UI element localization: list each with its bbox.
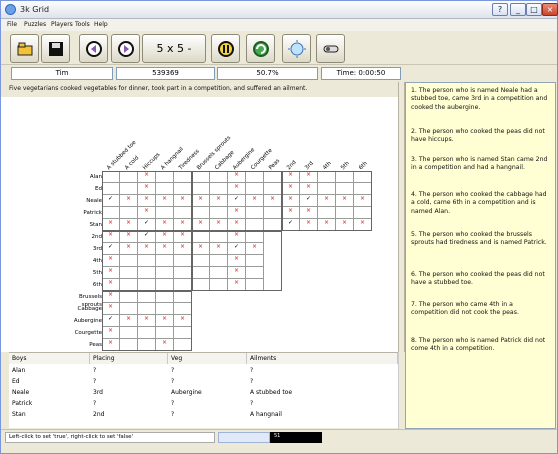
maximize-button[interactable]: □ <box>526 3 542 16</box>
status-bar: Left-click to set 'true', right-click to… <box>1 429 557 445</box>
result-cell: ? <box>93 400 97 407</box>
app-window: 3k Grid ? _ □ × File Puzzles Players Too… <box>0 0 558 454</box>
pause-button[interactable] <box>211 34 240 63</box>
result-cell: Stan <box>12 411 26 418</box>
game-status-row: Tim 539369 50.7% Time: 0:00:50 <box>1 65 557 82</box>
result-cell: ? <box>250 378 254 385</box>
grid-row-label: Cabbage <box>77 306 102 312</box>
clue-item: 8. The person who is named Patrick did n… <box>411 337 546 353</box>
grid-row-label: Aubergine <box>73 318 102 324</box>
player-name-field: Tim <box>11 67 113 80</box>
results-table: Boys Placing Veg Ailments Alan??? Ed??? Ne… <box>9 352 398 428</box>
grid-row-label: Patrick <box>83 210 102 216</box>
clue-item: 2. The person who cooked the peas did no… <box>411 128 545 144</box>
minimize-button[interactable]: _ <box>510 3 526 16</box>
grid-block-border <box>192 171 282 231</box>
app-icon <box>5 4 16 15</box>
grid-row-label: 4th <box>92 258 102 264</box>
result-cell: ? <box>171 400 175 407</box>
status-counter: 51 <box>270 432 322 443</box>
table-header-placing[interactable]: Placing <box>90 353 168 364</box>
result-cell: ? <box>171 367 175 374</box>
grid-size-label: 5 x 5 <box>156 42 185 55</box>
clue-item: 1. The person who is named Neale had a s… <box>411 87 548 111</box>
result-cell: Alan <box>12 367 26 374</box>
grid-block-border <box>102 231 192 291</box>
restart-button[interactable] <box>246 34 275 63</box>
grid-row-label: Neale <box>86 198 102 204</box>
save-button[interactable] <box>41 34 70 63</box>
grid-row-label: 6th <box>92 282 102 288</box>
grid-row-label: Alan <box>89 174 102 180</box>
menu-file[interactable]: File <box>7 21 17 28</box>
result-cell: ? <box>93 367 97 374</box>
score-field: 539369 <box>116 67 215 80</box>
menu-tools[interactable]: Tools <box>75 21 90 28</box>
window-title: 3k Grid <box>20 5 50 14</box>
result-cell: A hangnail <box>250 411 282 418</box>
result-cell: Ed <box>12 378 20 385</box>
clue-item: 5. The person who cooked the brussels sp… <box>411 231 547 247</box>
menu-help[interactable]: Help <box>94 21 108 28</box>
clues-panel: 1. The person who is named Neale had a s… <box>405 82 556 429</box>
status-hint: Left-click to set 'true', right-click to… <box>5 432 215 443</box>
grid-row-label: 2nd <box>91 234 102 240</box>
close-button[interactable]: × <box>542 3 558 16</box>
timer-field: Time: 0:00:50 <box>321 67 401 80</box>
result-cell: ? <box>171 378 175 385</box>
result-cell: ? <box>171 411 175 418</box>
grid-row-label: 5th <box>92 270 102 276</box>
progress-field: 50.7% <box>217 67 318 80</box>
grid-row-label: Ed <box>95 186 102 192</box>
grid-block-border <box>102 171 192 231</box>
vertical-scrollbar[interactable] <box>398 352 405 429</box>
help-window-icon[interactable]: ? <box>492 3 508 16</box>
previous-button[interactable] <box>79 34 108 63</box>
splitter-bar[interactable] <box>398 82 405 352</box>
clue-item: 4. The person who cooked the cabbage had… <box>411 191 547 215</box>
result-cell: 2nd <box>93 411 105 418</box>
grid-row-label: Stan <box>89 222 102 228</box>
table-header-boys[interactable]: Boys <box>9 353 90 364</box>
clue-item: 3. The person who is named Stan came 2nd… <box>411 156 548 172</box>
result-cell: Neale <box>12 389 30 396</box>
result-cell: ? <box>250 400 254 407</box>
grid-block-border <box>282 171 372 231</box>
table-header-ailments[interactable]: Ailments <box>247 353 398 364</box>
menu-players[interactable]: Players <box>51 21 73 28</box>
result-cell: ? <box>93 378 97 385</box>
result-cell: 3rd <box>93 389 103 396</box>
result-cell: A stubbed toe <box>250 389 293 396</box>
grid-size-selector[interactable]: 5 x 5 - <box>142 34 206 63</box>
clue-item: 6. The person who cooked the peas did no… <box>411 271 545 287</box>
table-header-veg[interactable]: Veg <box>168 353 247 364</box>
result-cell: Patrick <box>12 400 33 407</box>
chevron-down-icon: - <box>187 42 192 55</box>
status-progress <box>218 432 270 443</box>
grid-row-label: Courgette <box>74 330 102 336</box>
grid-block-border <box>192 231 282 291</box>
result-cell: ? <box>250 367 254 374</box>
menu-puzzles[interactable]: Puzzles <box>24 21 46 28</box>
hint-button[interactable] <box>282 34 311 63</box>
open-folder-button[interactable] <box>10 34 39 63</box>
result-cell: Aubergine <box>171 389 202 396</box>
logic-grid-panel: A stubbed toe A cold Hiccups A hangnail Tire… <box>1 97 398 352</box>
clue-item: 7. The person who came 4th in a competit… <box>411 301 519 317</box>
settings-button[interactable] <box>316 34 345 63</box>
grid-row-label: 3rd <box>92 246 102 252</box>
title-bar: 3k Grid ? _ □ × <box>1 1 558 19</box>
menu-bar: File Puzzles Players Tools Help <box>1 19 557 31</box>
grid-row-label: Peas <box>89 342 102 348</box>
grid-block-border <box>102 291 192 351</box>
toolbar: 5 x 5 - <box>1 31 557 65</box>
puzzle-intro: Five vegetarians cooked vegetables for d… <box>9 85 308 92</box>
next-button[interactable] <box>111 34 140 63</box>
